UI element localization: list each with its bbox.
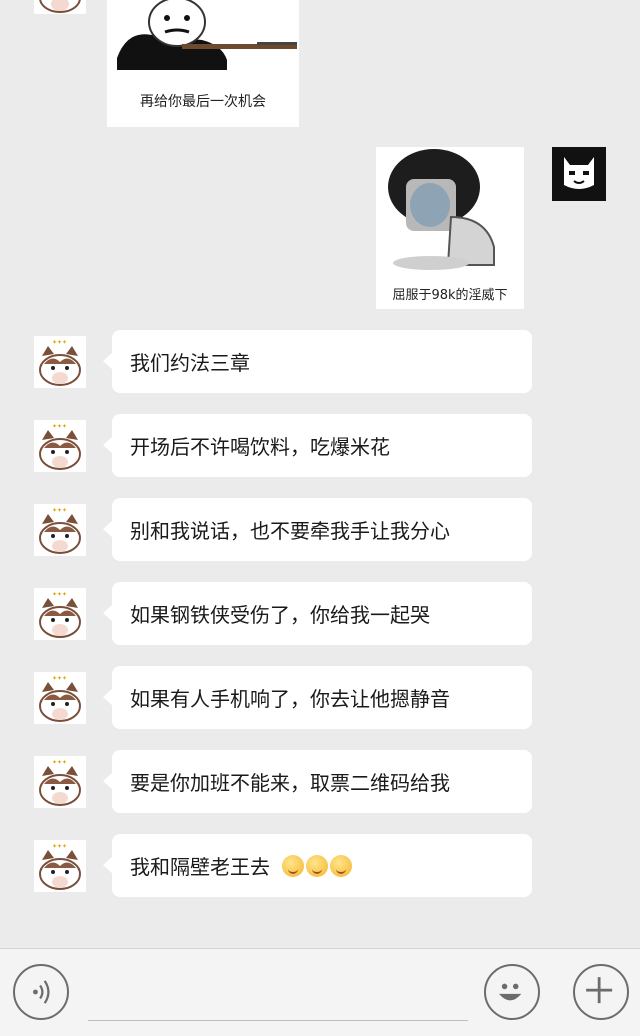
- svg-text:✦✦✦: ✦✦✦: [52, 591, 67, 598]
- message-text: 我和隔壁老王去: [130, 855, 270, 879]
- message-text: 开场后不许喝饮料，吃爆米花: [130, 435, 390, 459]
- voice-button[interactable]: [13, 964, 69, 1020]
- message-bubble[interactable]: 如果钢铁侠受伤了，你给我一起哭: [103, 582, 532, 645]
- message-text: 别和我说话，也不要牵我手让我分心: [130, 519, 450, 543]
- message-text: 要是你加班不能来，取票二维码给我: [130, 771, 450, 795]
- message-bubble[interactable]: 我们约法三章: [103, 330, 532, 393]
- contact-avatar[interactable]: ✦✦✦: [34, 588, 86, 640]
- emoji-icon: [330, 854, 352, 877]
- contact-avatar[interactable]: ✦✦✦: [34, 672, 86, 724]
- contact-avatar[interactable]: ✦✦✦: [34, 336, 86, 388]
- message-input[interactable]: [88, 1020, 468, 1021]
- input-toolbar: [0, 948, 640, 1036]
- svg-text:✦✦✦: ✦✦✦: [52, 843, 67, 850]
- message-text: 我们约法三章: [130, 351, 250, 375]
- sticker-caption: 屈服于98k的淫威下: [392, 288, 508, 303]
- sticker-image: [376, 147, 524, 275]
- contact-avatar[interactable]: ✦✦✦: [34, 840, 86, 892]
- svg-text:✦✦✦: ✦✦✦: [52, 675, 67, 682]
- sticker-caption: 再给你最后一次机会: [140, 94, 266, 110]
- plus-icon: [586, 977, 613, 1004]
- emoji-button[interactable]: [484, 964, 540, 1020]
- contact-avatar[interactable]: [34, 0, 86, 14]
- add-button[interactable]: [573, 964, 629, 1020]
- contact-avatar[interactable]: ✦✦✦: [34, 420, 86, 472]
- svg-text:✦✦✦: ✦✦✦: [52, 423, 67, 430]
- message-bubble[interactable]: 我和隔壁老王去: [103, 834, 532, 897]
- emoji-group: [282, 854, 352, 877]
- message-bubble[interactable]: 别和我说话，也不要牵我手让我分心: [103, 498, 532, 561]
- message-bubble[interactable]: 要是你加班不能来，取票二维码给我: [103, 750, 532, 813]
- sticker-surrender[interactable]: 屈服于98k的淫威下: [376, 147, 524, 309]
- voice-icon: [33, 980, 50, 1004]
- emoji-icon: [499, 983, 522, 1001]
- message-bubble[interactable]: 开场后不许喝饮料，吃爆米花: [103, 414, 532, 477]
- self-avatar[interactable]: [552, 147, 606, 201]
- svg-text:✦✦✦: ✦✦✦: [52, 339, 67, 346]
- sticker-last-chance[interactable]: 再给你最后一次机会: [107, 0, 299, 127]
- chat-area[interactable]: 再给你最后一次机会 屈服于98k的淫威下 ✦✦✦ 我们约法三章 ✦✦✦ 开场后不…: [0, 0, 640, 948]
- svg-text:✦✦✦: ✦✦✦: [52, 507, 67, 514]
- emoji-icon: [306, 854, 328, 877]
- svg-text:✦✦✦: ✦✦✦: [52, 759, 67, 766]
- message-text: 如果钢铁侠受伤了，你给我一起哭: [130, 603, 430, 627]
- contact-avatar[interactable]: ✦✦✦: [34, 756, 86, 808]
- sticker-image: [107, 0, 299, 85]
- message-bubble[interactable]: 如果有人手机响了，你去让他摁静音: [103, 666, 532, 729]
- emoji-icon: [282, 854, 304, 877]
- contact-avatar[interactable]: ✦✦✦: [34, 504, 86, 556]
- message-text: 如果有人手机响了，你去让他摁静音: [130, 687, 450, 711]
